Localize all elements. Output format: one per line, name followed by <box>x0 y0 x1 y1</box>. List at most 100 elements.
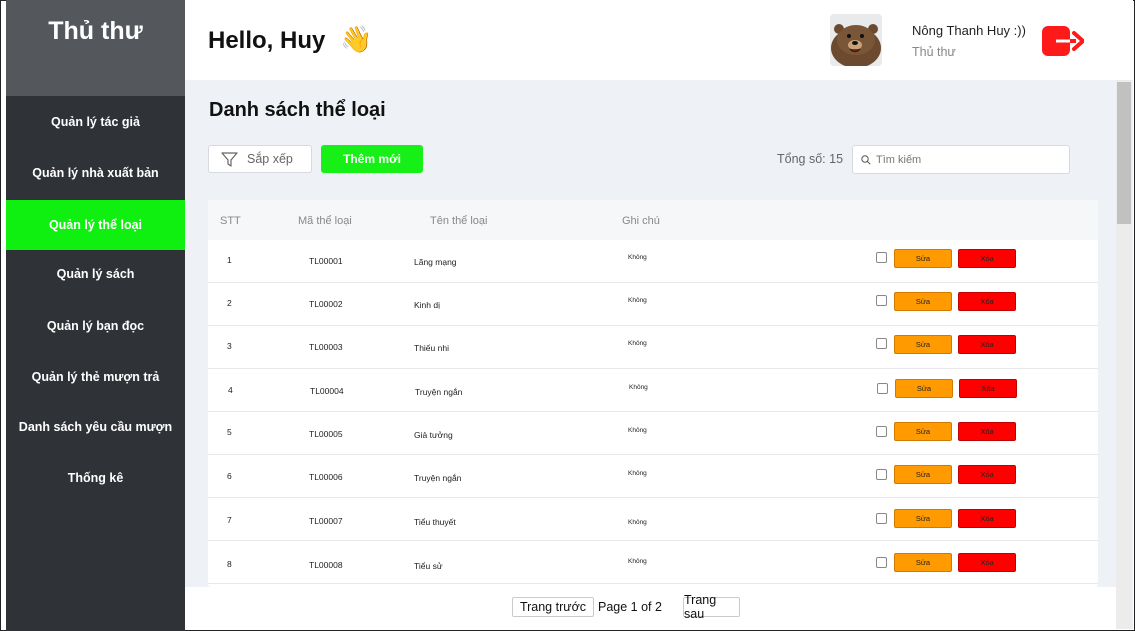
add-new-button[interactable]: Thêm mới <box>321 145 423 173</box>
delete-button[interactable]: Xóa <box>958 292 1016 311</box>
table-row: 7 TL00007 Tiểu thuyết Không Sửa Xóa <box>208 498 1098 541</box>
greeting: Hello, Huy <box>208 27 326 54</box>
sidebar-item-borrow-requests[interactable]: Danh sách yêu cầu mượn <box>6 402 185 452</box>
row-code: TL00005 <box>309 429 343 439</box>
table-row: 8 TL00008 Tiểu sử Không Sửa Xóa <box>208 541 1098 584</box>
row-name: Truyện ngắn <box>414 473 462 483</box>
sidebar-item-authors[interactable]: Quản lý tác giả <box>6 97 185 147</box>
column-header-note: Ghi chú <box>622 215 660 227</box>
edit-button[interactable]: Sửa <box>894 422 952 441</box>
brand-title: Thủ thư <box>6 0 185 96</box>
edit-button[interactable]: Sửa <box>894 335 952 354</box>
table-row: 2 TL00002 Kinh dị Không Sửa Xóa <box>208 283 1098 326</box>
row-name: Giả tưởng <box>414 430 453 440</box>
row-code: TL00007 <box>309 516 343 526</box>
edit-button[interactable]: Sửa <box>894 553 952 572</box>
row-note: Không <box>628 558 647 565</box>
row-name: Tiểu sử <box>414 561 443 571</box>
delete-button[interactable]: Xóa <box>959 379 1017 398</box>
table-row: 3 TL00003 Thiếu nhi Không Sửa Xóa <box>208 326 1098 369</box>
edit-button[interactable]: Sửa <box>894 465 952 484</box>
delete-button[interactable]: Xóa <box>958 553 1016 572</box>
table-row: 5 TL00005 Giả tưởng Không Sửa Xóa <box>208 412 1098 455</box>
row-name: Tiểu thuyết <box>414 517 456 527</box>
search-box[interactable] <box>852 145 1070 174</box>
edit-button[interactable]: Sửa <box>894 249 952 268</box>
delete-button[interactable]: Xóa <box>958 422 1016 441</box>
wave-emoji-icon: 👋 <box>340 24 373 54</box>
row-note: Không <box>629 384 648 391</box>
delete-button[interactable]: Xóa <box>958 249 1016 268</box>
sidebar: Thủ thư Quản lý tác giả Quản lý nhà xuất… <box>6 0 185 631</box>
row-checkbox[interactable] <box>876 426 887 437</box>
row-checkbox[interactable] <box>876 557 887 568</box>
delete-button[interactable]: Xóa <box>958 335 1016 354</box>
row-stt: 7 <box>227 515 232 525</box>
sidebar-item-readers[interactable]: Quản lý bạn đọc <box>6 301 185 351</box>
sort-button[interactable]: Sắp xếp <box>208 145 312 173</box>
row-code: TL00006 <box>309 472 343 482</box>
avatar[interactable] <box>830 14 882 66</box>
table-row: 6 TL00006 Truyện ngắn Không Sửa Xóa <box>208 455 1098 498</box>
row-stt: 5 <box>227 427 232 437</box>
page-indicator: Page 1 of 2 <box>598 600 662 614</box>
row-code: TL00004 <box>310 386 344 396</box>
page-title: Danh sách thể loại <box>209 99 386 121</box>
row-stt: 4 <box>228 385 233 395</box>
column-header-name: Tên thể loại <box>430 215 488 227</box>
table-row: 4 TL00004 Truyện ngắn Không Sửa Xóa <box>208 369 1098 412</box>
total-count: Tổng số: 15 <box>777 152 844 166</box>
row-name: Truyện ngắn <box>415 387 463 397</box>
row-checkbox[interactable] <box>876 469 887 480</box>
row-name: Thiếu nhi <box>414 343 449 353</box>
row-name: Lãng mạng <box>414 257 457 267</box>
column-header-code: Mã thể loại <box>298 215 352 227</box>
column-header-stt: STT <box>220 215 241 227</box>
sidebar-item-loan-cards[interactable]: Quản lý thẻ mượn trả <box>6 352 185 402</box>
row-checkbox[interactable] <box>876 252 887 263</box>
edit-button[interactable]: Sửa <box>895 379 953 398</box>
delete-button[interactable]: Xóa <box>958 465 1016 484</box>
row-stt: 8 <box>227 559 232 569</box>
search-input[interactable] <box>876 153 1056 166</box>
table-row: 1 TL00001 Lãng mạng Không Sửa Xóa <box>208 240 1098 283</box>
filter-icon <box>221 151 238 167</box>
row-note: Không <box>628 297 647 304</box>
next-page-button[interactable]: Trang sau <box>683 593 740 621</box>
sidebar-item-publishers[interactable]: Quản lý nhà xuất bản <box>6 148 185 198</box>
row-note: Không <box>628 340 647 347</box>
prev-page-button[interactable]: Trang trước <box>512 597 594 617</box>
user-name: Nông Thanh Huy :)) <box>912 23 1026 38</box>
delete-button[interactable]: Xóa <box>958 509 1016 528</box>
row-code: TL00001 <box>309 256 343 266</box>
edit-button[interactable]: Sửa <box>894 509 952 528</box>
row-code: TL00003 <box>309 342 343 352</box>
table-header: STT Mã thể loại Tên thể loại Ghi chú <box>208 200 1098 240</box>
row-checkbox[interactable] <box>877 383 888 394</box>
logout-icon[interactable] <box>1042 26 1085 56</box>
sort-button-label: Sắp xếp <box>247 152 293 166</box>
top-header: Hello, Huy 👋 Nông Thanh Huy :)) Thủ thư <box>185 0 1133 80</box>
row-checkbox[interactable] <box>876 295 887 306</box>
row-stt: 1 <box>227 255 232 265</box>
row-note: Không <box>628 519 647 526</box>
row-stt: 6 <box>227 471 232 481</box>
scrollbar-thumb[interactable] <box>1117 82 1131 224</box>
sidebar-item-books[interactable]: Quản lý sách <box>6 249 185 299</box>
row-checkbox[interactable] <box>876 338 887 349</box>
row-checkbox[interactable] <box>876 513 887 524</box>
row-stt: 2 <box>227 298 232 308</box>
row-code: TL00008 <box>309 560 343 570</box>
category-table: STT Mã thể loại Tên thể loại Ghi chú 1 T… <box>208 200 1098 587</box>
sidebar-item-categories[interactable]: Quản lý thể loại <box>6 200 185 250</box>
row-stt: 3 <box>227 341 232 351</box>
row-note: Không <box>628 470 647 477</box>
row-code: TL00002 <box>309 299 343 309</box>
search-icon <box>861 154 871 165</box>
row-note: Không <box>628 254 647 261</box>
edit-button[interactable]: Sửa <box>894 292 952 311</box>
sidebar-item-statistics[interactable]: Thống kê <box>6 453 185 503</box>
row-note: Không <box>628 427 647 434</box>
user-role: Thủ thư <box>912 45 956 59</box>
row-name: Kinh dị <box>414 300 440 310</box>
